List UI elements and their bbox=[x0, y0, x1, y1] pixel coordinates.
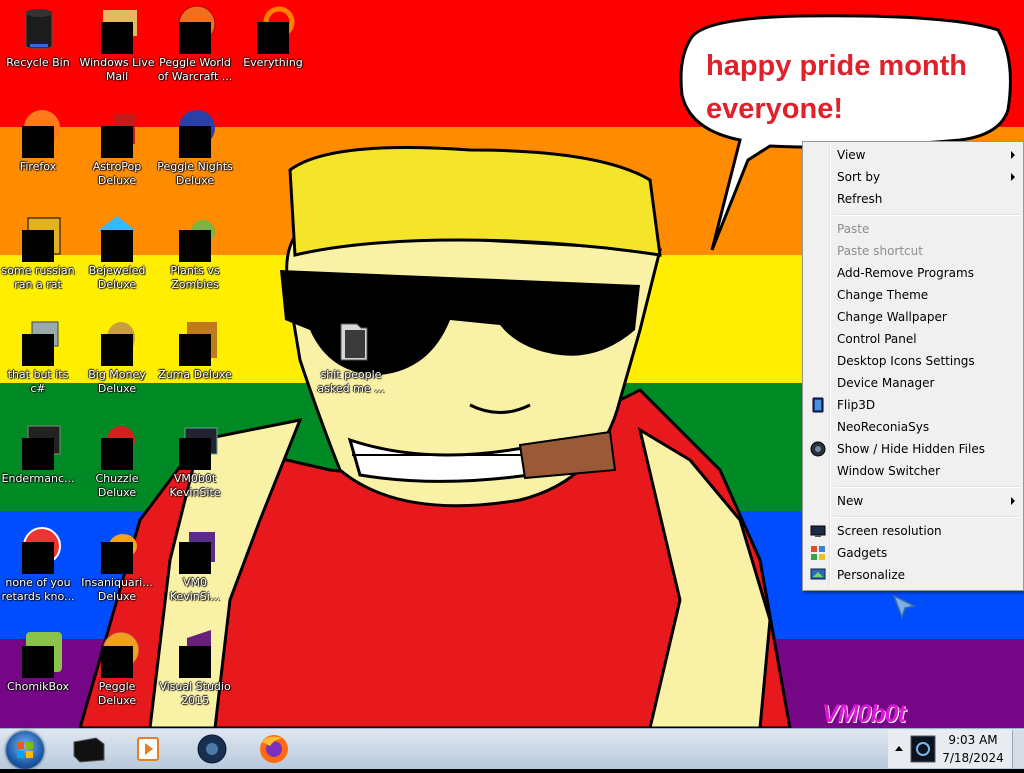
show-desktop-button[interactable] bbox=[1012, 730, 1024, 768]
submenu-arrow-icon bbox=[1011, 151, 1015, 159]
desktop-icon-vm0b0t-kevinsite[interactable]: VM0b0t KevinSite bbox=[157, 416, 233, 512]
menu-item-control-panel[interactable]: Control Panel bbox=[805, 328, 1021, 350]
menu-item-screen-resolution[interactable]: Screen resolution bbox=[805, 520, 1021, 542]
desktop-icon-chuzzle-deluxe[interactable]: Chuzzle Deluxe bbox=[79, 416, 155, 512]
start-button[interactable] bbox=[6, 731, 44, 769]
globe-icon bbox=[810, 441, 826, 457]
flip3d-icon bbox=[812, 397, 824, 413]
mouse-cursor-icon bbox=[892, 594, 917, 620]
desktop-icon-that-but-its-csharp[interactable]: that but its c# bbox=[0, 312, 76, 408]
firefox-icon bbox=[260, 735, 288, 763]
taskbar-pinned-media-player[interactable] bbox=[126, 732, 170, 766]
wallpaper-signature: VM0b0t bbox=[822, 700, 906, 728]
menu-item-show-hide-hidden-files[interactable]: Show / Hide Hidden Files bbox=[805, 438, 1021, 460]
peggle-icon bbox=[171, 4, 219, 54]
app-icon bbox=[14, 212, 62, 262]
recycle-bin-icon bbox=[14, 4, 62, 52]
menu-item-view[interactable]: View bbox=[805, 144, 1021, 166]
speech-line-1: happy pride month bbox=[706, 50, 967, 82]
menu-item-new[interactable]: New bbox=[805, 490, 1021, 512]
app-icon bbox=[14, 316, 62, 366]
taskbar-pinned-firefox[interactable] bbox=[252, 732, 296, 766]
visual-studio-icon bbox=[171, 628, 219, 678]
personalize-icon bbox=[810, 568, 826, 580]
firefox-icon bbox=[14, 108, 62, 158]
globe-app-icon bbox=[197, 734, 227, 764]
media-player-icon bbox=[137, 737, 159, 761]
desktop-icon-everything[interactable]: Everything bbox=[235, 0, 311, 96]
everything-search-icon bbox=[249, 4, 297, 54]
desktop-icon-none-of-you-know[interactable]: none of you retards kno... bbox=[0, 520, 76, 616]
insaniquarium-icon bbox=[93, 524, 141, 574]
windows-logo-icon bbox=[17, 742, 33, 758]
app-icon bbox=[14, 420, 62, 470]
menu-item-add-remove-programs[interactable]: Add-Remove Programs bbox=[805, 262, 1021, 284]
menu-item-change-wallpaper[interactable]: Change Wallpaper bbox=[805, 306, 1021, 328]
chuzzle-icon bbox=[93, 420, 141, 470]
taskbar bbox=[0, 728, 1024, 769]
monitor-icon bbox=[810, 525, 826, 537]
desktop-icon-firefox[interactable]: Firefox bbox=[0, 104, 76, 200]
menu-separator bbox=[833, 486, 1021, 488]
app-icon bbox=[171, 420, 219, 470]
menu-item-change-theme[interactable]: Change Theme bbox=[805, 284, 1021, 306]
app-icon bbox=[171, 524, 219, 574]
desktop-icon-peggle-deluxe[interactable]: Peggle Deluxe bbox=[79, 624, 155, 720]
menu-separator bbox=[833, 516, 1021, 518]
bejeweled-icon bbox=[93, 212, 141, 262]
chomikbox-icon bbox=[14, 628, 62, 678]
menu-item-paste-shortcut[interactable]: Paste shortcut bbox=[805, 240, 1021, 262]
menu-item-gadgets[interactable]: Gadgets bbox=[805, 542, 1021, 564]
desktop-icon-chomikbox[interactable]: ChomikBox bbox=[0, 624, 76, 720]
menu-item-sort-by[interactable]: Sort by bbox=[805, 166, 1021, 188]
tray-overflow-arrow-icon[interactable] bbox=[894, 744, 904, 754]
menu-item-flip3d[interactable]: Flip3D bbox=[805, 394, 1021, 416]
black-app-icon bbox=[73, 737, 105, 763]
menu-item-neoreconiasys[interactable]: NeoReconiaSys bbox=[805, 416, 1021, 438]
desktop-icon-peggle-world-of-warcraft[interactable]: Peggle World of Warcraft ... bbox=[157, 0, 233, 96]
menu-item-desktop-icons-settings[interactable]: Desktop Icons Settings bbox=[805, 350, 1021, 372]
zuma-icon bbox=[171, 316, 219, 366]
menu-separator bbox=[833, 214, 1021, 216]
submenu-arrow-icon bbox=[1011, 173, 1015, 181]
desktop-icon-endermanch[interactable]: Endermanc... bbox=[0, 416, 76, 512]
desktop-icon-vm0-kevinsite[interactable]: VM0 KevinSi... bbox=[157, 520, 233, 616]
menu-item-device-manager[interactable]: Device Manager bbox=[805, 372, 1021, 394]
desktop-icon-astropop-deluxe[interactable]: AstroPop Deluxe bbox=[79, 104, 155, 200]
desktop-icon-visual-studio-2015[interactable]: Visual Studio 2015 bbox=[157, 624, 233, 720]
desktop-icon-big-money-deluxe[interactable]: Big Money Deluxe bbox=[79, 312, 155, 408]
menu-item-personalize[interactable]: Personalize bbox=[805, 564, 1021, 586]
desktop-icon-bejeweled-deluxe[interactable]: Bejeweled Deluxe bbox=[79, 208, 155, 304]
app-icon bbox=[14, 524, 62, 574]
desktop-context-menu: View Sort by Refresh Paste Paste shortcu… bbox=[802, 141, 1024, 591]
mail-icon bbox=[93, 4, 141, 54]
desktop-icon-plants-vs-zombies[interactable]: Plants vs Zombies bbox=[157, 208, 233, 304]
taskbar-pinned-black-app[interactable] bbox=[66, 732, 110, 766]
astropop-icon bbox=[93, 108, 141, 158]
desktop-icon-insaniquarium-deluxe[interactable]: Insaniquari... Deluxe bbox=[79, 520, 155, 616]
gadgets-icon bbox=[811, 546, 825, 560]
taskbar-pinned-globe-app[interactable] bbox=[190, 732, 234, 766]
menu-item-paste[interactable]: Paste bbox=[805, 218, 1021, 240]
peggle-nights-icon bbox=[171, 108, 219, 158]
menu-item-refresh[interactable]: Refresh bbox=[805, 188, 1021, 210]
speech-bubble-text: happy pride month everyone! bbox=[706, 45, 986, 131]
peggle-icon bbox=[93, 628, 141, 678]
big-money-icon bbox=[93, 316, 141, 366]
clock-date[interactable]: 7/18/2024 bbox=[936, 751, 1010, 765]
desktop-icon-peggle-nights-deluxe[interactable]: Peggle Nights Deluxe bbox=[157, 104, 233, 200]
desktop-icon-zuma-deluxe[interactable]: Zuma Deluxe bbox=[157, 312, 233, 408]
tray-app-icon[interactable] bbox=[910, 735, 936, 763]
submenu-arrow-icon bbox=[1011, 497, 1015, 505]
speech-line-2: everyone! bbox=[706, 93, 844, 125]
desktop-icon-windows-live-mail[interactable]: Windows Live Mail bbox=[79, 0, 155, 96]
clock-time[interactable]: 9:03 AM bbox=[936, 733, 1010, 747]
folder-icon bbox=[327, 316, 375, 364]
desktop-icon-recycle-bin[interactable]: Recycle Bin bbox=[0, 0, 76, 96]
plants-vs-zombies-icon bbox=[171, 212, 219, 262]
menu-item-window-switcher[interactable]: Window Switcher bbox=[805, 460, 1021, 482]
desktop-icon-shit-people-asked-me[interactable]: shit people asked me ... bbox=[313, 312, 389, 408]
desktop-icon-some-russian-ran-a-rat[interactable]: some russian ran a rat bbox=[0, 208, 76, 304]
